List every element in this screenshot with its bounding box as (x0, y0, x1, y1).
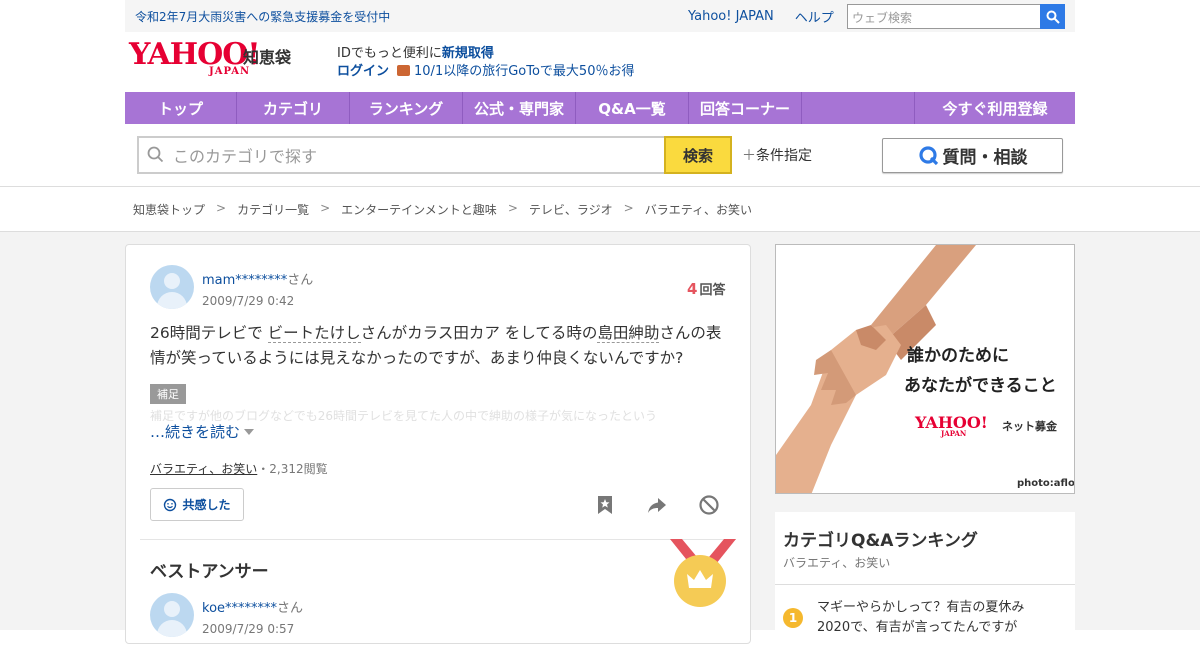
web-search-input[interactable]: ウェブ検索 (847, 4, 1041, 29)
breadcrumb-item[interactable]: バラエティ、お笑い (645, 201, 752, 218)
avatar (150, 265, 194, 309)
best-answer-heading: ベストアンサー (150, 562, 269, 582)
answer-user-name: koe******** (202, 601, 278, 616)
nav-ranking[interactable]: ランキング (350, 92, 463, 124)
nav-category[interactable]: カテゴリ (237, 92, 350, 124)
suitcase-icon (397, 65, 411, 76)
ranking-subtitle: バラエティ、お笑い (783, 556, 891, 570)
ask-question-button[interactable]: 質問・相談 (882, 138, 1063, 173)
ad-line2: あなたができること (904, 376, 1057, 396)
breadcrumb-item[interactable]: カテゴリ一覧 (237, 201, 309, 218)
search-button[interactable]: 検索 (664, 136, 732, 174)
nav-answer-corner[interactable]: 回答コーナー (689, 92, 802, 124)
ad-line1: 誰かのために (907, 346, 1009, 366)
breadcrumb-separator: > (216, 201, 227, 215)
web-search-button[interactable] (1040, 4, 1065, 29)
breadcrumb-separator: > (507, 201, 518, 215)
search-icon (1046, 10, 1060, 24)
id-promo-text: IDでもっと便利に (337, 46, 442, 61)
empathy-label: 共感した (182, 498, 231, 512)
answer-count-number: 4 (687, 280, 698, 298)
ad-brand-sub: JAPAN (941, 429, 967, 438)
search-conditions-link[interactable]: ＋条件指定 (742, 145, 812, 165)
header-divider (0, 186, 1200, 187)
id-promo: IDでもっと便利に新規取得 (337, 42, 494, 61)
login-link[interactable]: ログイン (337, 64, 389, 79)
question-meta: バラエティ、お笑い・2,312閲覧 (150, 460, 328, 477)
keyword-link[interactable]: 島田紳助 (597, 324, 660, 343)
donation-ad[interactable]: 誰かのために あなたができること YAHOO! JAPAN ネット募金 phot… (775, 244, 1075, 494)
breadcrumb-separator: > (320, 201, 331, 215)
ad-photo-credit: photo:aflo (1017, 478, 1075, 489)
bookmark-icon[interactable] (594, 494, 616, 516)
ranking-divider (775, 584, 1075, 585)
answer-divider (140, 539, 736, 540)
ad-service: ネット募金 (1002, 420, 1057, 433)
answer-count[interactable]: 4 回答 (687, 279, 725, 298)
category-link[interactable]: バラエティ、お笑い (150, 462, 257, 476)
read-more-label: …続きを読む (150, 423, 241, 441)
category-search-input[interactable]: このカテゴリで探す (137, 136, 667, 174)
plus-icon: ＋ (742, 148, 756, 164)
avatar (150, 593, 194, 637)
nav-official[interactable]: 公式・専門家 (463, 92, 576, 124)
nav-top[interactable]: トップ (125, 92, 237, 124)
search-placeholder: このカテゴリで探す (173, 147, 318, 166)
question-text-part: さんがカラス田カア をしてる時の (360, 324, 598, 342)
keyword-link[interactable]: ビートたけし (267, 324, 361, 343)
question-date: 2009/7/29 0:42 (202, 294, 295, 308)
category-search-row: このカテゴリで探す 検索 ＋条件指定 質問・相談 (137, 136, 1075, 176)
breadcrumb-item[interactable]: 知恵袋トップ (133, 201, 205, 218)
question-user-name: mam******** (202, 273, 288, 288)
answer-user[interactable]: koe********さん (202, 597, 303, 616)
global-nav: トップ カテゴリ ランキング 公式・専門家 Q&A一覧 回答コーナー 今すぐ利用… (125, 92, 1075, 124)
help-link[interactable]: ヘルプ (795, 7, 834, 26)
rank-badge: 1 (783, 608, 803, 628)
supplement-label: 補足 (150, 384, 186, 404)
answer-date: 2009/7/29 0:57 (202, 622, 295, 636)
question-text-part: 26時間テレビで (150, 324, 268, 342)
caret-down-icon (244, 429, 255, 435)
ranking-title: カテゴリQ&Aランキング (783, 531, 978, 551)
signup-link[interactable]: 新規取得 (442, 46, 494, 61)
read-more-link[interactable]: …続きを読む (150, 421, 255, 442)
search-conditions-label: 条件指定 (756, 148, 812, 164)
answer-count-label: 回答 (699, 283, 726, 298)
q-icon (918, 145, 938, 165)
site-header: YAHOO! JAPAN 知恵袋 IDでもっと便利に新規取得 ログイン 10/1以… (125, 32, 1075, 92)
goto-promo-link[interactable]: 10/1以降の旅行GoToで最大50％お得 (414, 64, 634, 79)
supplement-text-faded: 補足ですが他のブログなどでも26時間テレビを見てた人の中で紳助の様子が気になった… (150, 409, 658, 421)
handshake-image (776, 245, 976, 493)
question-text: 26時間テレビで ビートたけしさんがカラス田カア をしてる時の島田紳助さんの表情… (150, 321, 730, 371)
category-ranking: カテゴリQ&Aランキング バラエティ、お笑い 1 マギーやらかしって？有吉の夏休… (775, 512, 1075, 652)
breadcrumb-separator: > (623, 201, 634, 215)
medal-icon (670, 539, 736, 607)
honorific: さん (277, 601, 304, 616)
block-icon[interactable] (698, 494, 720, 516)
view-count: ・2,312閲覧 (257, 462, 328, 476)
honorific: さん (287, 273, 314, 288)
ask-question-label: 質問・相談 (942, 148, 1028, 168)
login-row: ログイン 10/1以降の旅行GoToで最大50％お得 (337, 60, 634, 79)
nav-register[interactable]: 今すぐ利用登録 (915, 92, 1075, 124)
disaster-donation-link[interactable]: 令和2年7月大雨災害への緊急支援募金を受付中 (135, 8, 390, 25)
nav-spacer (802, 92, 915, 124)
question-user[interactable]: mam********さん (202, 269, 313, 288)
yahoo-japan-link[interactable]: Yahoo! JAPAN (688, 9, 774, 24)
smile-icon (164, 498, 177, 511)
chiebukuro-logo[interactable]: 知恵袋 (243, 44, 291, 68)
ranking-item-link[interactable]: マギーやらかしって？有吉の夏休み2020で、有吉が言ってたんですが (817, 598, 1057, 638)
top-strip: 令和2年7月大雨災害への緊急支援募金を受付中 Yahoo! JAPAN ヘルプ … (125, 0, 1075, 32)
share-icon[interactable] (646, 494, 668, 516)
question-card: mam********さん 2009/7/29 0:42 4 回答 26時間テレビ… (125, 244, 751, 644)
search-icon (147, 146, 164, 163)
nav-qa-list[interactable]: Q&A一覧 (576, 92, 689, 124)
breadcrumb: 知恵袋トップ > カテゴリ一覧 > エンターテインメントと趣味 > テレビ、ラジオ > … (133, 201, 752, 218)
top-links: Yahoo! JAPAN ヘルプ (688, 0, 855, 32)
breadcrumb-item[interactable]: エンターテインメントと趣味 (341, 201, 497, 218)
breadcrumb-item[interactable]: テレビ、ラジオ (529, 201, 613, 218)
empathy-button[interactable]: 共感した (150, 488, 244, 521)
